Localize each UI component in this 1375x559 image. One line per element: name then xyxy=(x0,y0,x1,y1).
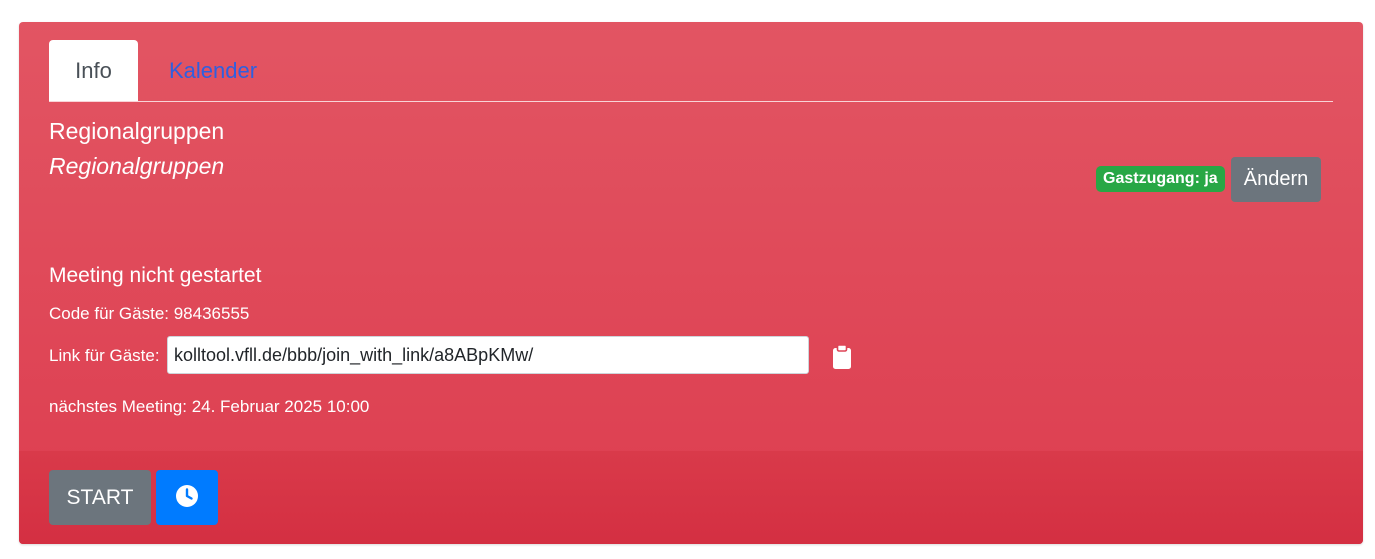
clock-icon xyxy=(175,484,199,511)
meeting-status: Meeting nicht gestartet xyxy=(49,264,262,287)
meeting-card: Info Kalender Regionalgruppen Regionalgr… xyxy=(19,22,1363,544)
room-title: Regionalgruppen xyxy=(49,118,225,144)
clipboard-icon[interactable] xyxy=(831,344,853,370)
tab-bar: Info Kalender xyxy=(49,40,1333,102)
tab-kalender[interactable]: Kalender xyxy=(153,40,273,101)
tab-info[interactable]: Info xyxy=(49,40,138,101)
schedule-button[interactable] xyxy=(156,470,218,525)
card-footer xyxy=(19,451,1363,544)
guest-access-badge: Gastzugang: ja xyxy=(1096,166,1225,192)
start-button[interactable]: START xyxy=(49,470,151,525)
change-button[interactable]: Ändern xyxy=(1231,157,1321,202)
room-subtitle: Regionalgruppen xyxy=(49,153,225,179)
guest-code: Code für Gäste: 98436555 xyxy=(49,304,250,323)
next-meeting: nächstes Meeting: 24. Februar 2025 10:00 xyxy=(49,397,370,416)
guest-link-input[interactable] xyxy=(167,336,809,374)
guest-link-label: Link für Gäste: xyxy=(49,346,160,365)
